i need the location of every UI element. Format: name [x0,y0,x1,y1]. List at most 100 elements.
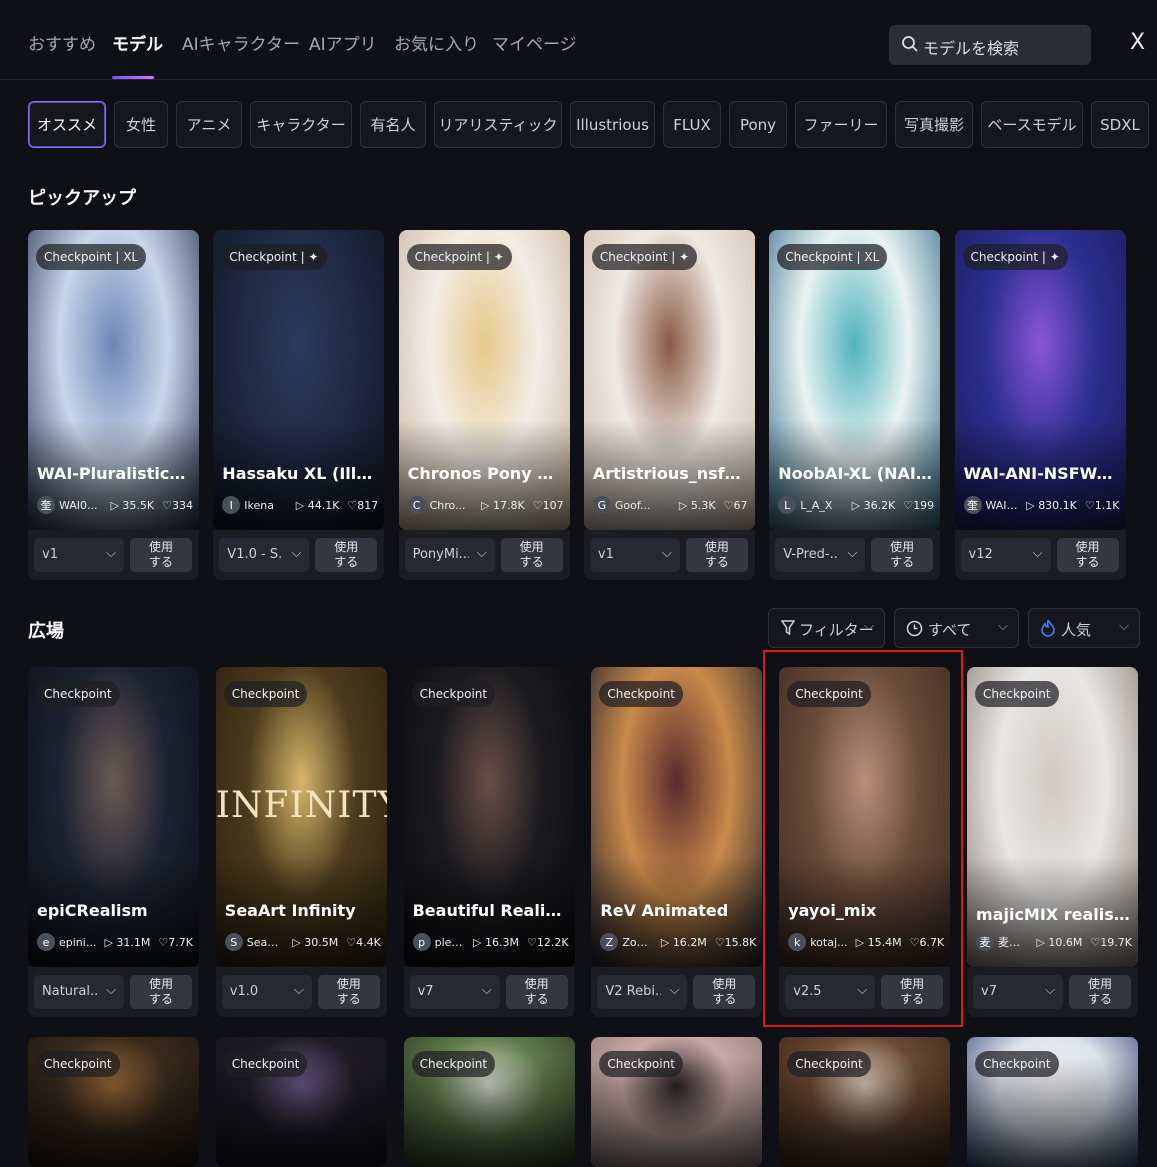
like-count-value: 4.4K [356,935,381,949]
model-type-badge: Checkpoint [223,681,308,707]
run-count: ▷ 30.5M [292,936,338,949]
model-card[interactable]: Checkpoint [967,1037,1138,1167]
like-count: ♡107 [533,499,564,512]
like-count-value: 199 [913,498,935,512]
model-card[interactable]: Checkpoint SeaArt Infinity S SeaA... ▷ 30.5M… [215,667,387,967]
author-name[interactable]: 麦橘... [998,934,1028,950]
search-input[interactable]: モデルを検索 [889,25,1091,65]
use-button[interactable]: 使用する [130,975,192,1009]
model-card[interactable]: Checkpoint [215,1037,387,1167]
model-card[interactable]: Checkpoint Beautiful Realistic A... p plea.… [403,667,575,967]
author-name[interactable]: WAI0... [986,499,1019,512]
use-button[interactable]: 使用する [685,538,748,572]
use-button[interactable]: 使用する [505,975,568,1009]
run-count-value: 44.1K [307,498,340,512]
like-count: ♡67 [724,499,748,512]
chip-celebrity[interactable]: 有名人 [360,101,426,148]
time-range-dropdown[interactable]: すべて ⌵ [894,608,1019,648]
tab-favorites[interactable]: お気に入り [394,30,479,55]
use-button[interactable]: 使用する [1056,538,1119,572]
model-card[interactable]: Checkpoint [779,1037,951,1167]
author-name[interactable]: Chro... [430,499,473,512]
tab-my-page[interactable]: マイページ [492,30,577,55]
heart-icon: ♡ [158,935,169,949]
version-select[interactable]: V2 Rebi... ⌵ [597,975,688,1009]
version-select[interactable]: v1 ⌵ [589,538,680,572]
chip-photography[interactable]: 写真撮影 [895,101,973,148]
model-type-badge: Checkpoint | ✦ [591,244,698,270]
chip-sdxl[interactable]: SDXL [1091,101,1149,148]
like-count: ♡12.2K [527,936,569,949]
version-select[interactable]: v1 ⌵ [34,538,124,572]
version-select[interactable]: Natural... ⌵ [34,975,124,1009]
tab-ai-characters[interactable]: AIキャラクター [182,30,300,55]
model-card[interactable]: Checkpoint | ✦ Artistrious_nsfw-lill... GG… [583,230,755,530]
chevron-down-icon: ⌵ [293,983,304,998]
model-card[interactable]: Checkpoint [403,1037,575,1167]
heart-icon: ♡ [714,935,725,949]
heart-icon: ♡ [162,498,172,512]
like-count-value: 19.7K [1100,935,1132,949]
play-icon: ▷ [292,935,305,949]
model-card[interactable]: Checkpoint | XL WAI-Pluralistic-Noob 奎 WAI0… [28,230,199,530]
version-select[interactable]: V1.0 - S... ⌵ [219,538,310,572]
chip-flux[interactable]: FLUX [663,101,721,148]
author-name[interactable]: Ikena [244,499,287,512]
author-name[interactable]: epini... [59,936,96,949]
author-name[interactable]: WAI0... [59,499,102,512]
chip-base-model[interactable]: ベースモデル [981,101,1083,148]
like-count-value: 1.1K [1094,498,1120,512]
model-title: Chronos Pony Mix [407,464,562,483]
tab-recommended[interactable]: おすすめ [28,30,96,55]
model-card[interactable]: Checkpoint | ✦ Chronos Pony Mix C Chro... ▷ … [398,230,570,530]
model-card[interactable]: Checkpoint | ✦ Hassaku XL (Illustri... IIk… [213,230,385,530]
use-button[interactable]: 使用する [871,538,934,572]
version-select[interactable]: PonyMi... ⌵ [404,538,495,572]
use-button[interactable]: 使用する [500,538,563,572]
use-button[interactable]: 使用する [315,538,378,572]
author-avatar: C [407,496,426,514]
author-name[interactable]: L_A_X [800,499,843,512]
author-name[interactable]: Zovya [622,936,652,949]
use-button-label: 使用する [334,540,359,569]
chevron-down-icon: ⌵ [106,546,116,561]
model-card[interactable]: Checkpoint | XL NoobAI-XL (NAI-XL) LL_A_X ▷… [769,230,941,530]
version-select[interactable]: v12 ⌵ [960,538,1051,572]
use-button-label: 使用する [336,977,361,1006]
filter-dropdown[interactable]: フィルター ⌵ [768,608,885,648]
chip-realistic[interactable]: リアリスティック [434,101,562,148]
author-name[interactable]: Goof... [615,499,671,512]
chip-furry[interactable]: ファーリー [795,101,887,148]
model-card[interactable]: Checkpoint [28,1037,199,1167]
like-count-value: 334 [172,498,193,512]
chip-pony[interactable]: Pony [729,101,787,148]
chip-illustrious[interactable]: Illustrious [570,101,655,148]
version-select[interactable]: v1.0 ⌵ [221,975,312,1009]
chip-anime[interactable]: アニメ [176,101,242,148]
chip-female[interactable]: 女性 [114,101,168,148]
chip-character[interactable]: キャラクター [250,101,352,148]
use-button-label: 使用する [1075,540,1100,569]
model-card[interactable]: Checkpoint [591,1037,763,1167]
sort-dropdown[interactable]: 人気 ⌵ [1028,608,1140,648]
use-button[interactable]: 使用する [130,538,192,572]
model-card[interactable]: Checkpoint | ✦ WAI-ANI-NSFW--PO... 奎 WAI0..… [954,230,1126,530]
author-name[interactable]: SeaA... [247,936,284,949]
close-button[interactable]: X [1130,30,1145,55]
model-card[interactable]: Checkpoint epiCRealism e epini... ▷ 31.1M ♡7.… [28,667,199,967]
play-icon: ▷ [1036,935,1049,949]
use-button[interactable]: 使用する [693,975,756,1009]
version-select[interactable]: v7 ⌵ [409,975,500,1009]
author-name[interactable]: plea... [435,936,465,949]
tab-models[interactable]: モデル [112,30,163,55]
version-select[interactable]: V-Pred-... ⌵ [775,538,866,572]
chevron-down-icon: ⌵ [662,546,672,561]
chip-recommended[interactable]: オススメ [28,101,106,148]
use-button[interactable]: 使用する [1069,975,1131,1009]
model-card[interactable]: Checkpoint ReV Animated ZZovya ▷ 16.2M ♡15.8… [591,667,763,967]
model-card[interactable]: Checkpoint majicMIX realistic 麦... 麦麦橘... ▷… [967,667,1138,967]
run-count-value: 16.2M [672,935,707,949]
use-button[interactable]: 使用する [317,975,380,1009]
tab-ai-apps[interactable]: AIアプリ [309,30,377,55]
version-select[interactable]: v7 ⌵ [973,975,1063,1009]
